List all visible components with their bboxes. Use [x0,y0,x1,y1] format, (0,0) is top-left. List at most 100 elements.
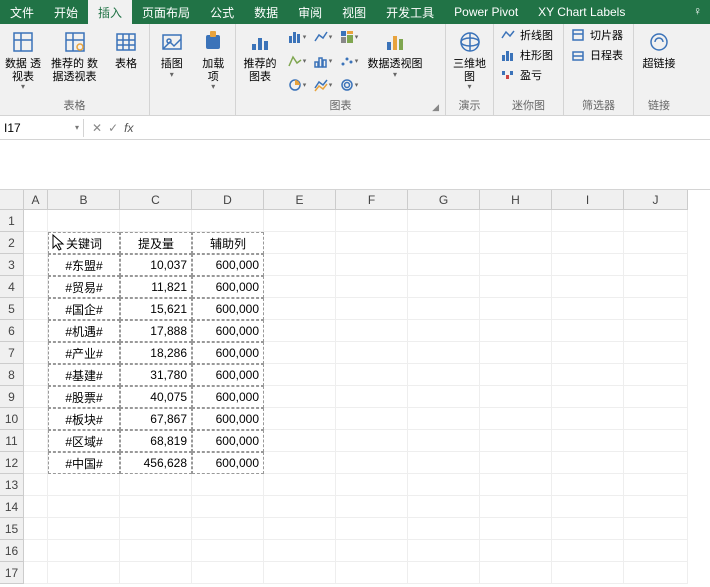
cell-G9[interactable] [408,386,480,408]
cell-G7[interactable] [408,342,480,364]
cell-A9[interactable] [24,386,48,408]
cell-G4[interactable] [408,276,480,298]
row-header-14[interactable]: 14 [0,496,24,518]
cell-B16[interactable] [48,540,120,562]
cell-D3[interactable]: 600,000 [192,254,264,276]
cell-F5[interactable] [336,298,408,320]
cell-I10[interactable] [552,408,624,430]
cell-D8[interactable]: 600,000 [192,364,264,386]
cell-D13[interactable] [192,474,264,496]
cell-H9[interactable] [480,386,552,408]
cell-H4[interactable] [480,276,552,298]
cell-B7[interactable]: #产业# [48,342,120,364]
recommended-pivot-button[interactable]: 推荐的 数据透视表 [48,26,101,83]
cell-D6[interactable]: 600,000 [192,320,264,342]
cell-B1[interactable] [48,210,120,232]
cell-D1[interactable] [192,210,264,232]
row-header-2[interactable]: 2 [0,232,24,254]
cell-H12[interactable] [480,452,552,474]
cell-G17[interactable] [408,562,480,584]
cell-C1[interactable] [120,210,192,232]
cell-B4[interactable]: #贸易# [48,276,120,298]
cell-I5[interactable] [552,298,624,320]
formula-input[interactable] [141,119,710,137]
cell-C2[interactable]: 提及量 [120,232,192,254]
col-header-E[interactable]: E [264,190,336,210]
cell-E13[interactable] [264,474,336,496]
cell-B15[interactable] [48,518,120,540]
cell-C16[interactable] [120,540,192,562]
row-header-1[interactable]: 1 [0,210,24,232]
cell-E6[interactable] [264,320,336,342]
cell-G5[interactable] [408,298,480,320]
cell-D16[interactable] [192,540,264,562]
tab-4[interactable]: 公式 [200,0,244,24]
cell-D7[interactable]: 600,000 [192,342,264,364]
row-header-17[interactable]: 17 [0,562,24,584]
3d-map-button[interactable]: 三维地 图 ▾ [450,26,489,91]
hierarchy-chart-button[interactable]: ▾ [338,26,360,48]
cell-C3[interactable]: 10,037 [120,254,192,276]
cell-H13[interactable] [480,474,552,496]
cell-D9[interactable]: 600,000 [192,386,264,408]
scatter-chart-button[interactable]: ▾ [338,50,360,72]
cell-F10[interactable] [336,408,408,430]
cell-I16[interactable] [552,540,624,562]
column-chart-button[interactable]: ▾ [286,26,308,48]
cell-C13[interactable] [120,474,192,496]
cell-D12[interactable]: 600,000 [192,452,264,474]
cell-F2[interactable] [336,232,408,254]
row-header-13[interactable]: 13 [0,474,24,496]
tab-7[interactable]: 视图 [332,0,376,24]
cell-A1[interactable] [24,210,48,232]
cell-A11[interactable] [24,430,48,452]
cell-J9[interactable] [624,386,688,408]
cell-I15[interactable] [552,518,624,540]
cell-H14[interactable] [480,496,552,518]
cell-C14[interactable] [120,496,192,518]
cell-C17[interactable] [120,562,192,584]
cell-F3[interactable] [336,254,408,276]
cell-I13[interactable] [552,474,624,496]
cell-C11[interactable]: 68,819 [120,430,192,452]
col-header-B[interactable]: B [48,190,120,210]
cell-F12[interactable] [336,452,408,474]
cell-B2[interactable]: 关键词 [48,232,120,254]
timeline-button[interactable]: 日程表 [568,46,625,64]
radar-chart-button[interactable]: ▾ [338,74,360,96]
cell-A17[interactable] [24,562,48,584]
cell-C8[interactable]: 31,780 [120,364,192,386]
cell-H7[interactable] [480,342,552,364]
launcher-icon[interactable]: ◢ [432,102,439,113]
cell-J12[interactable] [624,452,688,474]
sparkline-winloss-button[interactable]: 盈亏 [498,66,555,84]
stat-chart-button[interactable]: ▾ [312,50,334,72]
row-header-9[interactable]: 9 [0,386,24,408]
cell-G12[interactable] [408,452,480,474]
cell-J1[interactable] [624,210,688,232]
cell-J4[interactable] [624,276,688,298]
cell-I8[interactable] [552,364,624,386]
cell-A7[interactable] [24,342,48,364]
cell-B3[interactable]: #东盟# [48,254,120,276]
col-header-H[interactable]: H [480,190,552,210]
surface-chart-button[interactable]: ▾ [312,74,334,96]
cell-I12[interactable] [552,452,624,474]
cell-G13[interactable] [408,474,480,496]
cell-J16[interactable] [624,540,688,562]
cell-G6[interactable] [408,320,480,342]
row-header-4[interactable]: 4 [0,276,24,298]
col-header-I[interactable]: I [552,190,624,210]
cell-G3[interactable] [408,254,480,276]
cell-B12[interactable]: #中国# [48,452,120,474]
cell-E5[interactable] [264,298,336,320]
sparkline-line-button[interactable]: 折线图 [498,26,555,44]
cell-D4[interactable]: 600,000 [192,276,264,298]
cell-A12[interactable] [24,452,48,474]
cell-G11[interactable] [408,430,480,452]
table-button[interactable]: 表格 [107,26,145,71]
col-header-F[interactable]: F [336,190,408,210]
cell-H2[interactable] [480,232,552,254]
cell-C15[interactable] [120,518,192,540]
cell-F16[interactable] [336,540,408,562]
